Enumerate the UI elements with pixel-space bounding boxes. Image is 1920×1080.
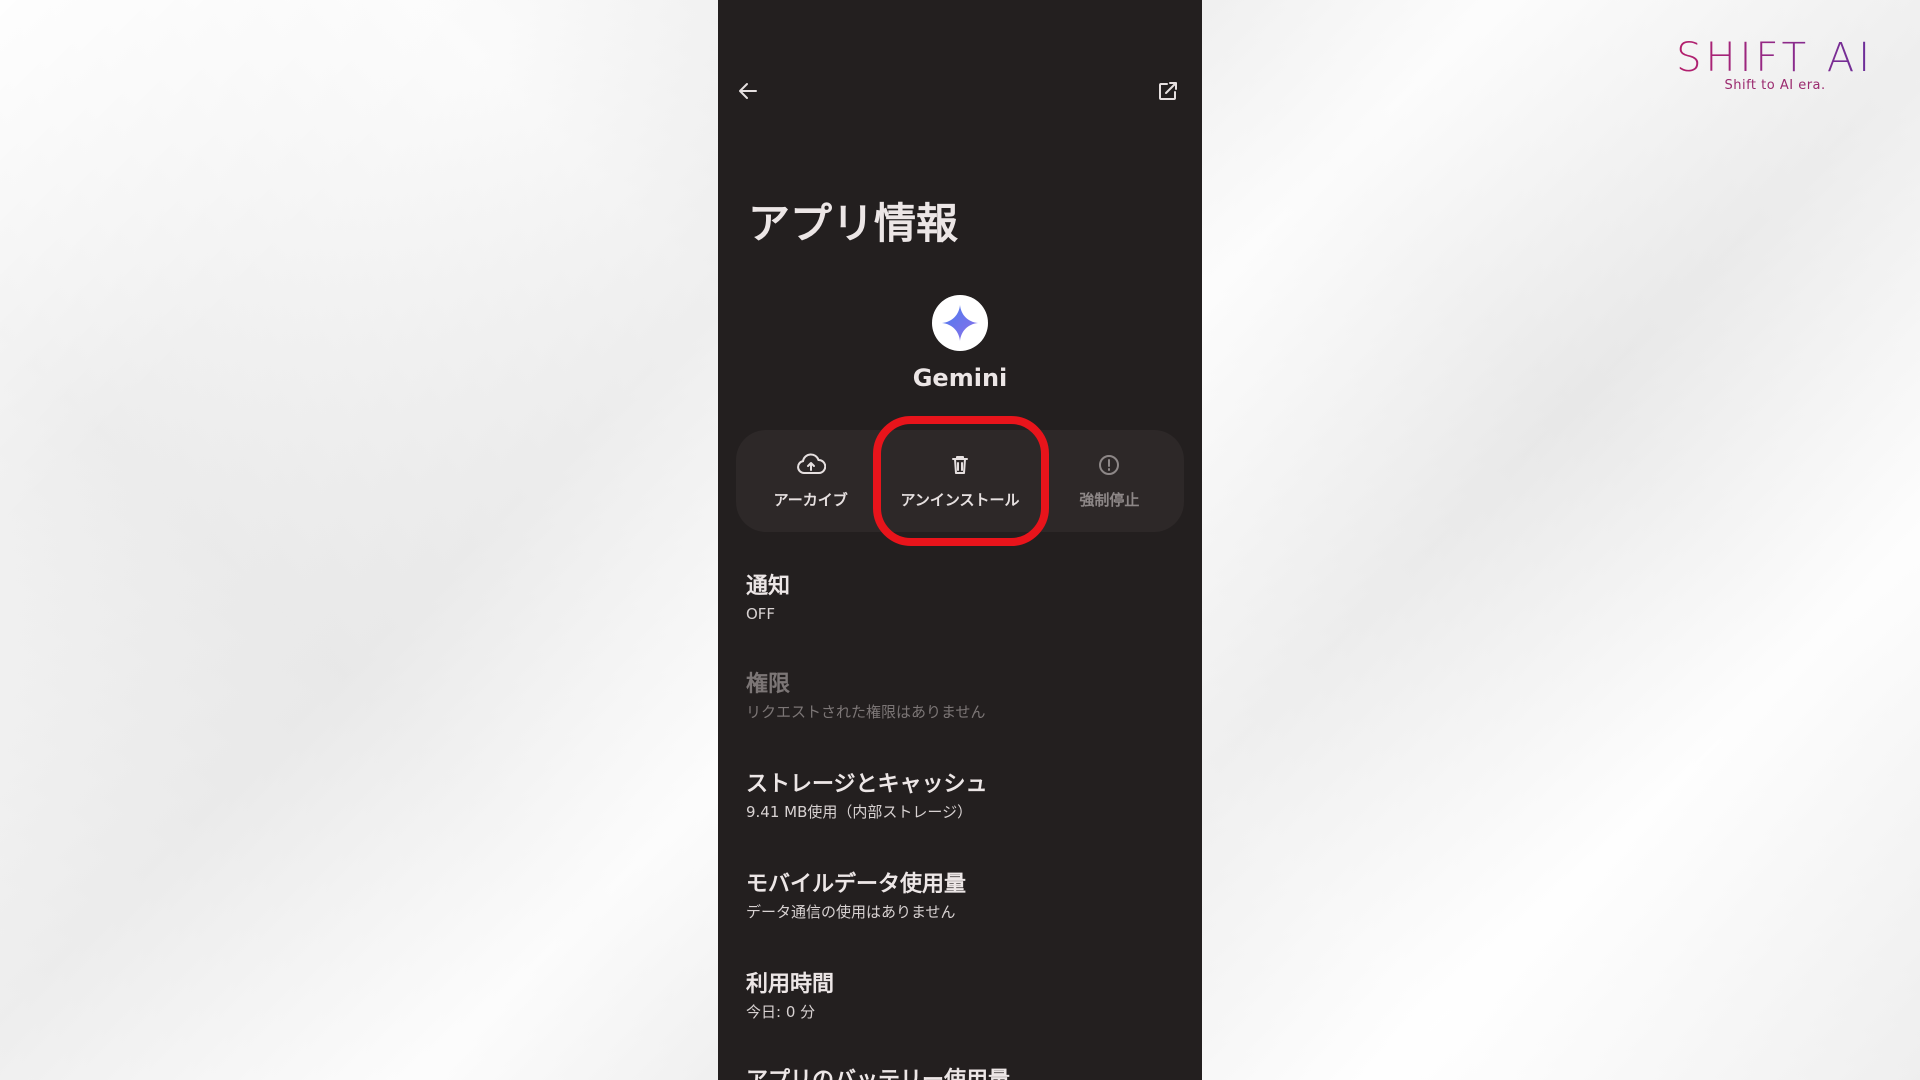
archive-button[interactable]: アーカイブ [736,430,885,532]
setting-subtitle: リクエストされた権限はありません [746,703,986,721]
back-button[interactable] [728,73,768,113]
setting-title: モバイルデータ使用量 [746,872,967,897]
setting-subtitle: OFF [746,605,776,623]
alert-circle-icon [1097,453,1121,481]
arrow-left-icon [736,79,760,107]
shift-ai-logo: SHIFT AI Shift to AI era. [1676,36,1874,93]
trash-icon [948,453,972,481]
setting-title: 利用時間 [746,972,835,997]
setting-subtitle: 9.41 MB使用（内部ストレージ） [746,803,973,821]
setting-mobile-data[interactable]: モバイルデータ使用量 データ通信の使用はありません [746,870,966,924]
logo-text: SHIFT AI [1676,35,1874,81]
setting-title: アプリのバッテリー使用量 [746,1066,1010,1080]
uninstall-label: アンインストール [900,490,1020,509]
setting-title: 通知 [746,574,791,599]
app-name: Gemini [912,364,1008,392]
open-external-icon [1156,79,1180,107]
force-stop-button[interactable]: 強制停止 [1035,430,1184,532]
cloud-upload-icon [796,452,826,481]
app-actions-bar: アーカイブ アンインストール 強制停止 [736,430,1184,532]
setting-screen-time[interactable]: 利用時間 今日: 0 分 [746,970,834,1024]
force-stop-label: 強制停止 [1079,490,1140,509]
setting-subtitle: 今日: 0 分 [746,1003,816,1021]
setting-notifications[interactable]: 通知 OFF [746,572,790,626]
uninstall-button[interactable]: アンインストール [885,430,1034,532]
setting-subtitle: データ通信の使用はありません [746,903,956,921]
setting-permissions[interactable]: 権限 リクエストされた権限はありません [746,670,986,724]
setting-title: ストレージとキャッシュ [746,772,988,797]
gemini-sparkle-icon [932,295,988,351]
phone-screen: アプリ情報 Gemini アーカイブ アンインストール 強制停止 通知 OFF … [718,0,1202,1080]
open-external-button[interactable] [1148,73,1188,113]
page-title: アプリ情報 [748,199,959,248]
archive-label: アーカイブ [773,490,848,509]
setting-storage-cache[interactable]: ストレージとキャッシュ 9.41 MB使用（内部ストレージ） [746,770,988,824]
setting-title: 権限 [746,672,791,697]
setting-battery-usage[interactable]: アプリのバッテリー使用量 [746,1066,1010,1080]
